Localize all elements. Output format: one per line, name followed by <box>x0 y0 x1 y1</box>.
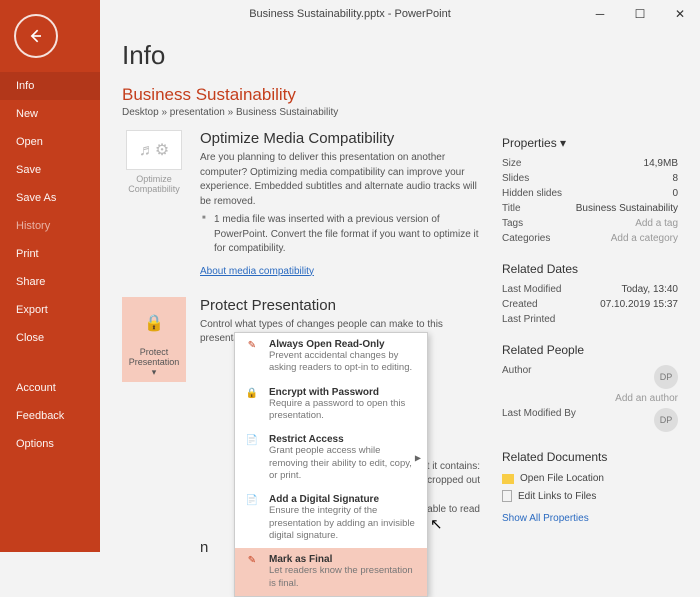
dd-add-a-digital-signature[interactable]: 📄Add a Digital SignatureEnsure the integ… <box>235 488 427 548</box>
optimize-heading: Optimize Media Compatibility <box>200 130 484 147</box>
media-icon: ♬⚙ <box>126 130 182 170</box>
sign-icon: 📄 <box>243 494 261 542</box>
protect-presentation-button[interactable]: 🔒 Protect Presentation ▾ <box>122 297 186 382</box>
prop-size: Size14,9MB <box>502 156 678 171</box>
nav-share[interactable]: Share <box>0 268 100 296</box>
date-created: Created07.10.2019 15:37 <box>502 297 678 312</box>
nav-save-as[interactable]: Save As <box>0 184 100 212</box>
dd-always-open-read-only[interactable]: ✎Always Open Read-OnlyPrevent accidental… <box>235 333 427 381</box>
window-title: Business Sustainability.pptx - PowerPoin… <box>249 8 451 20</box>
nav-print[interactable]: Print <box>0 240 100 268</box>
page-title: Info <box>122 40 678 71</box>
nav-options[interactable]: Options <box>0 430 100 458</box>
maximize-button[interactable]: ☐ <box>620 0 660 28</box>
nav-new[interactable]: New <box>0 100 100 128</box>
title-bar: Business Sustainability.pptx - PowerPoin… <box>0 0 700 28</box>
optimize-desc: Are you planning to deliver this present… <box>200 151 484 209</box>
prop-categories[interactable]: CategoriesAdd a category <box>502 231 678 246</box>
chevron-right-icon: ▶ <box>415 454 421 463</box>
prop-slides: Slides8 <box>502 171 678 186</box>
dd-encrypt-with-password[interactable]: 🔒Encrypt with PasswordRequire a password… <box>235 381 427 429</box>
edit-links[interactable]: Edit Links to Files <box>502 487 678 505</box>
prop-hidden-slides: Hidden slides0 <box>502 186 678 201</box>
show-all-properties[interactable]: Show All Properties <box>502 513 589 524</box>
prop-tags[interactable]: TagsAdd a tag <box>502 216 678 231</box>
final-icon: ✎ <box>243 554 261 590</box>
date-last-printed: Last Printed <box>502 312 678 327</box>
add-author[interactable]: Add an author <box>615 393 678 404</box>
nav-history[interactable]: History <box>0 212 100 240</box>
prop-title: TitleBusiness Sustainability <box>502 201 678 216</box>
date-last-modified: Last ModifiedToday, 13:40 <box>502 282 678 297</box>
nav-open[interactable]: Open <box>0 128 100 156</box>
nav-save[interactable]: Save <box>0 156 100 184</box>
nav-feedback[interactable]: Feedback <box>0 402 100 430</box>
related-people-heading: Related People <box>502 343 678 357</box>
minimize-button[interactable]: ─ <box>580 0 620 28</box>
optimize-compatibility-button[interactable]: ♬⚙ Optimize Compatibility <box>122 130 186 279</box>
dd-mark-as-final[interactable]: ✎Mark as FinalLet readers know the prese… <box>235 548 427 596</box>
protect-heading: Protect Presentation <box>200 297 484 314</box>
pencil-icon: ✎ <box>243 339 261 375</box>
backstage-sidebar: InfoNewOpenSaveSave AsHistoryPrintShareE… <box>0 0 100 552</box>
back-button[interactable] <box>14 14 58 58</box>
about-media-link[interactable]: About media compatibility <box>200 266 314 277</box>
lock-icon: 🔒 <box>126 303 182 343</box>
back-arrow-icon <box>26 26 46 46</box>
dd-restrict-access[interactable]: 📄Restrict AccessGrant people access whil… <box>235 428 427 488</box>
open-file-location[interactable]: Open File Location <box>502 470 678 487</box>
close-button[interactable]: ✕ <box>660 0 700 28</box>
nav-account[interactable]: Account <box>0 374 100 402</box>
properties-heading[interactable]: Properties ▾ <box>502 136 678 150</box>
restrict-icon: 📄 <box>243 434 261 482</box>
protect-dropdown: ✎Always Open Read-OnlyPrevent accidental… <box>234 332 428 597</box>
author-avatar[interactable]: DP <box>654 365 678 389</box>
nav-info[interactable]: Info <box>0 72 100 100</box>
nav-export[interactable]: Export <box>0 296 100 324</box>
folder-icon <box>502 474 514 484</box>
lock-icon: 🔒 <box>243 387 261 423</box>
related-dates-heading: Related Dates <box>502 262 678 276</box>
document-title: Business Sustainability <box>122 85 678 105</box>
nav-close[interactable]: Close <box>0 324 100 352</box>
page-icon <box>502 490 512 502</box>
modified-avatar[interactable]: DP <box>654 408 678 432</box>
optimize-note: 1 media file was inserted with a previou… <box>214 213 484 257</box>
related-docs-heading: Related Documents <box>502 450 678 464</box>
breadcrumb: Desktop » presentation » Business Sustai… <box>122 107 678 118</box>
